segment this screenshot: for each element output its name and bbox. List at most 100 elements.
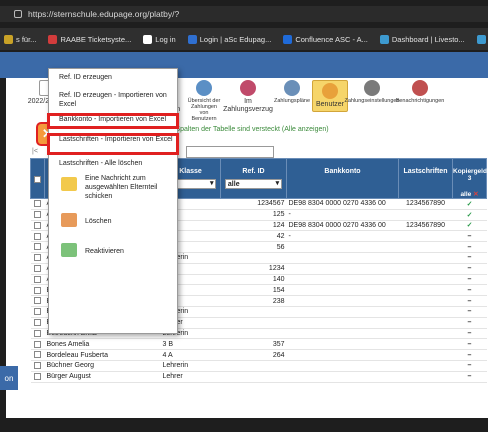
menu-item[interactable]: Löschen	[49, 209, 177, 233]
row-select-cell[interactable]	[30, 263, 45, 275]
bookmark-item[interactable]: RAABE Ticketsyste...	[48, 34, 131, 44]
row-select-cell[interactable]	[30, 349, 45, 361]
sidebar-toggle-button[interactable]: on	[0, 366, 18, 390]
table-row[interactable]: Bürger August Lehrer –	[30, 371, 487, 383]
bankkonto-cell	[286, 360, 399, 372]
select-all-checkbox[interactable]	[34, 176, 41, 183]
menu-item[interactable]: Bankkonto - Importieren von Excel	[47, 113, 179, 129]
bookmark-item[interactable]: Dashboard | Livesto...	[379, 34, 465, 44]
row-checkbox[interactable]	[34, 297, 41, 305]
sidebar-toggle-label: on	[4, 373, 14, 383]
row-select-cell[interactable]	[30, 295, 45, 307]
row-checkbox[interactable]	[34, 211, 41, 219]
row-checkbox[interactable]	[34, 318, 41, 326]
row-select-cell[interactable]	[30, 338, 45, 351]
lastschriften-cell	[398, 328, 453, 340]
refid-header-label: Ref. ID	[242, 168, 265, 175]
row-checkbox[interactable]	[34, 372, 41, 380]
row-checkbox[interactable]	[34, 200, 41, 208]
tools-dropdown-menu: Ref. ID erzeugen Ref. ID erzeugen - Impor…	[47, 68, 179, 334]
menu-item[interactable]: Lastschriften - Importieren von Excel	[47, 133, 179, 155]
refid-cell	[220, 317, 287, 329]
row-checkbox[interactable]	[34, 286, 41, 294]
bookmark-item[interactable]: Login | aSc Edupag...	[187, 34, 271, 44]
toolbar-button[interactable]: Benutzer	[312, 80, 348, 112]
refid-cell	[220, 371, 287, 383]
row-checkbox[interactable]	[34, 275, 41, 283]
toolbar-button[interactable]: Zahlungspläne	[272, 80, 312, 104]
row-select-cell[interactable]	[30, 360, 45, 372]
row-checkbox[interactable]	[34, 232, 41, 240]
kopiergeld-cell: –	[452, 371, 487, 383]
row-select-cell[interactable]	[30, 274, 45, 286]
table-row[interactable]: Büchner Georg Lehrerin –	[30, 360, 487, 372]
kopiergeld-column-header[interactable]: Kopiergeld 3 alle ✕	[452, 158, 487, 199]
row-select-cell[interactable]	[30, 230, 45, 243]
toolbar-button[interactable]: Im Zahlungsverzug	[223, 80, 273, 114]
menu-item[interactable]: Ref. ID erzeugen	[49, 73, 177, 83]
toolbar-button[interactable]: Benachrichtigungen	[396, 80, 444, 104]
kopiergeld-cell: –	[452, 284, 487, 297]
row-select-cell[interactable]	[30, 241, 45, 253]
row-select-cell[interactable]	[30, 252, 45, 264]
lastschriften-cell	[398, 295, 453, 307]
lastschriften-column-header[interactable]: Lastschriften	[398, 158, 453, 199]
menu-item-label: Bankkonto - Importieren von Excel	[59, 116, 166, 123]
refid-column-header[interactable]: Ref. ID alle	[220, 158, 287, 199]
url-text: https://sternschule.edupage.org/platby/?	[28, 9, 180, 19]
toolbar-button-label: Benutzer	[315, 101, 345, 108]
row-checkbox[interactable]	[34, 340, 41, 348]
row-checkbox[interactable]	[34, 243, 41, 251]
row-checkbox[interactable]	[34, 308, 41, 316]
bookmark-item[interactable]: Dashboard | Livesto	[476, 34, 488, 44]
bookmark-item[interactable]: s für...	[4, 34, 36, 44]
refid-cell: 1234	[220, 263, 287, 275]
lastschriften-cell	[398, 360, 453, 372]
refid-cell: 238	[220, 295, 287, 307]
row-select-cell[interactable]	[30, 328, 45, 340]
table-row[interactable]: Bones Amelia 3 B 357 –	[30, 338, 487, 351]
refid-cell: 1234567	[220, 198, 287, 210]
table-row[interactable]: Bordeleau Fusberta 4 A 264 –	[30, 349, 487, 361]
refid-cell	[220, 306, 287, 318]
menu-item-label: Eine Nachricht zum ausgewählten Elternte…	[85, 174, 158, 200]
select-all-header[interactable]	[30, 158, 45, 199]
row-select-cell[interactable]	[30, 371, 45, 383]
refid-cell: 264	[220, 349, 287, 361]
row-checkbox[interactable]	[34, 254, 41, 262]
search-input[interactable]	[186, 146, 274, 158]
row-select-cell[interactable]	[30, 284, 45, 297]
row-checkbox[interactable]	[34, 351, 41, 359]
kopiergeld-cell: ✓	[452, 220, 487, 232]
kopiergeld-cell: –	[452, 230, 487, 243]
hidden-columns-hint[interactable]: Einige Spalten der Tabelle sind versteck…	[154, 126, 329, 133]
menu-item[interactable]: Eine Nachricht zum ausgewählten Elternte…	[49, 173, 177, 201]
bookmark-item[interactable]: Log in	[143, 34, 176, 44]
row-select-cell[interactable]	[30, 306, 45, 318]
klasse-cell: 3 B	[160, 338, 221, 351]
row-checkbox[interactable]	[34, 329, 41, 337]
row-checkbox[interactable]	[34, 221, 41, 229]
bankkonto-cell	[286, 317, 399, 329]
kopiergeld-filter-label[interactable]: alle	[460, 191, 471, 198]
menu-item[interactable]: Lastschriften - Alle löschen	[49, 159, 177, 169]
lock-icon	[14, 10, 22, 18]
refid-filter-select[interactable]: alle	[224, 179, 283, 189]
menu-item[interactable]: Ref. ID erzeugen - Importieren von Excel	[49, 91, 177, 109]
money-late-icon	[240, 80, 256, 96]
address-bar[interactable]: https://sternschule.edupage.org/platby/?	[0, 6, 488, 22]
bookmark-item[interactable]: Confluence ASC - A...	[283, 34, 368, 44]
row-select-cell[interactable]	[30, 209, 45, 221]
menu-item[interactable]: Reaktivieren	[49, 239, 177, 263]
kopiergeld-cell: –	[452, 274, 487, 286]
row-select-cell[interactable]	[30, 220, 45, 232]
tools-icon[interactable]: ✕	[473, 191, 478, 198]
row-checkbox[interactable]	[34, 362, 41, 370]
row-checkbox[interactable]	[34, 265, 41, 272]
bankkonto-column-header[interactable]: Bankkonto	[286, 158, 399, 199]
toolbar-button[interactable]: Übersicht der Zahlungen von Benutzern	[184, 80, 224, 122]
row-select-cell[interactable]	[30, 198, 45, 210]
row-select-cell[interactable]	[30, 317, 45, 329]
prev-arrow-icon[interactable]: |<	[32, 148, 38, 155]
toolbar-button[interactable]: Zahlungseinstellungen	[344, 80, 400, 104]
